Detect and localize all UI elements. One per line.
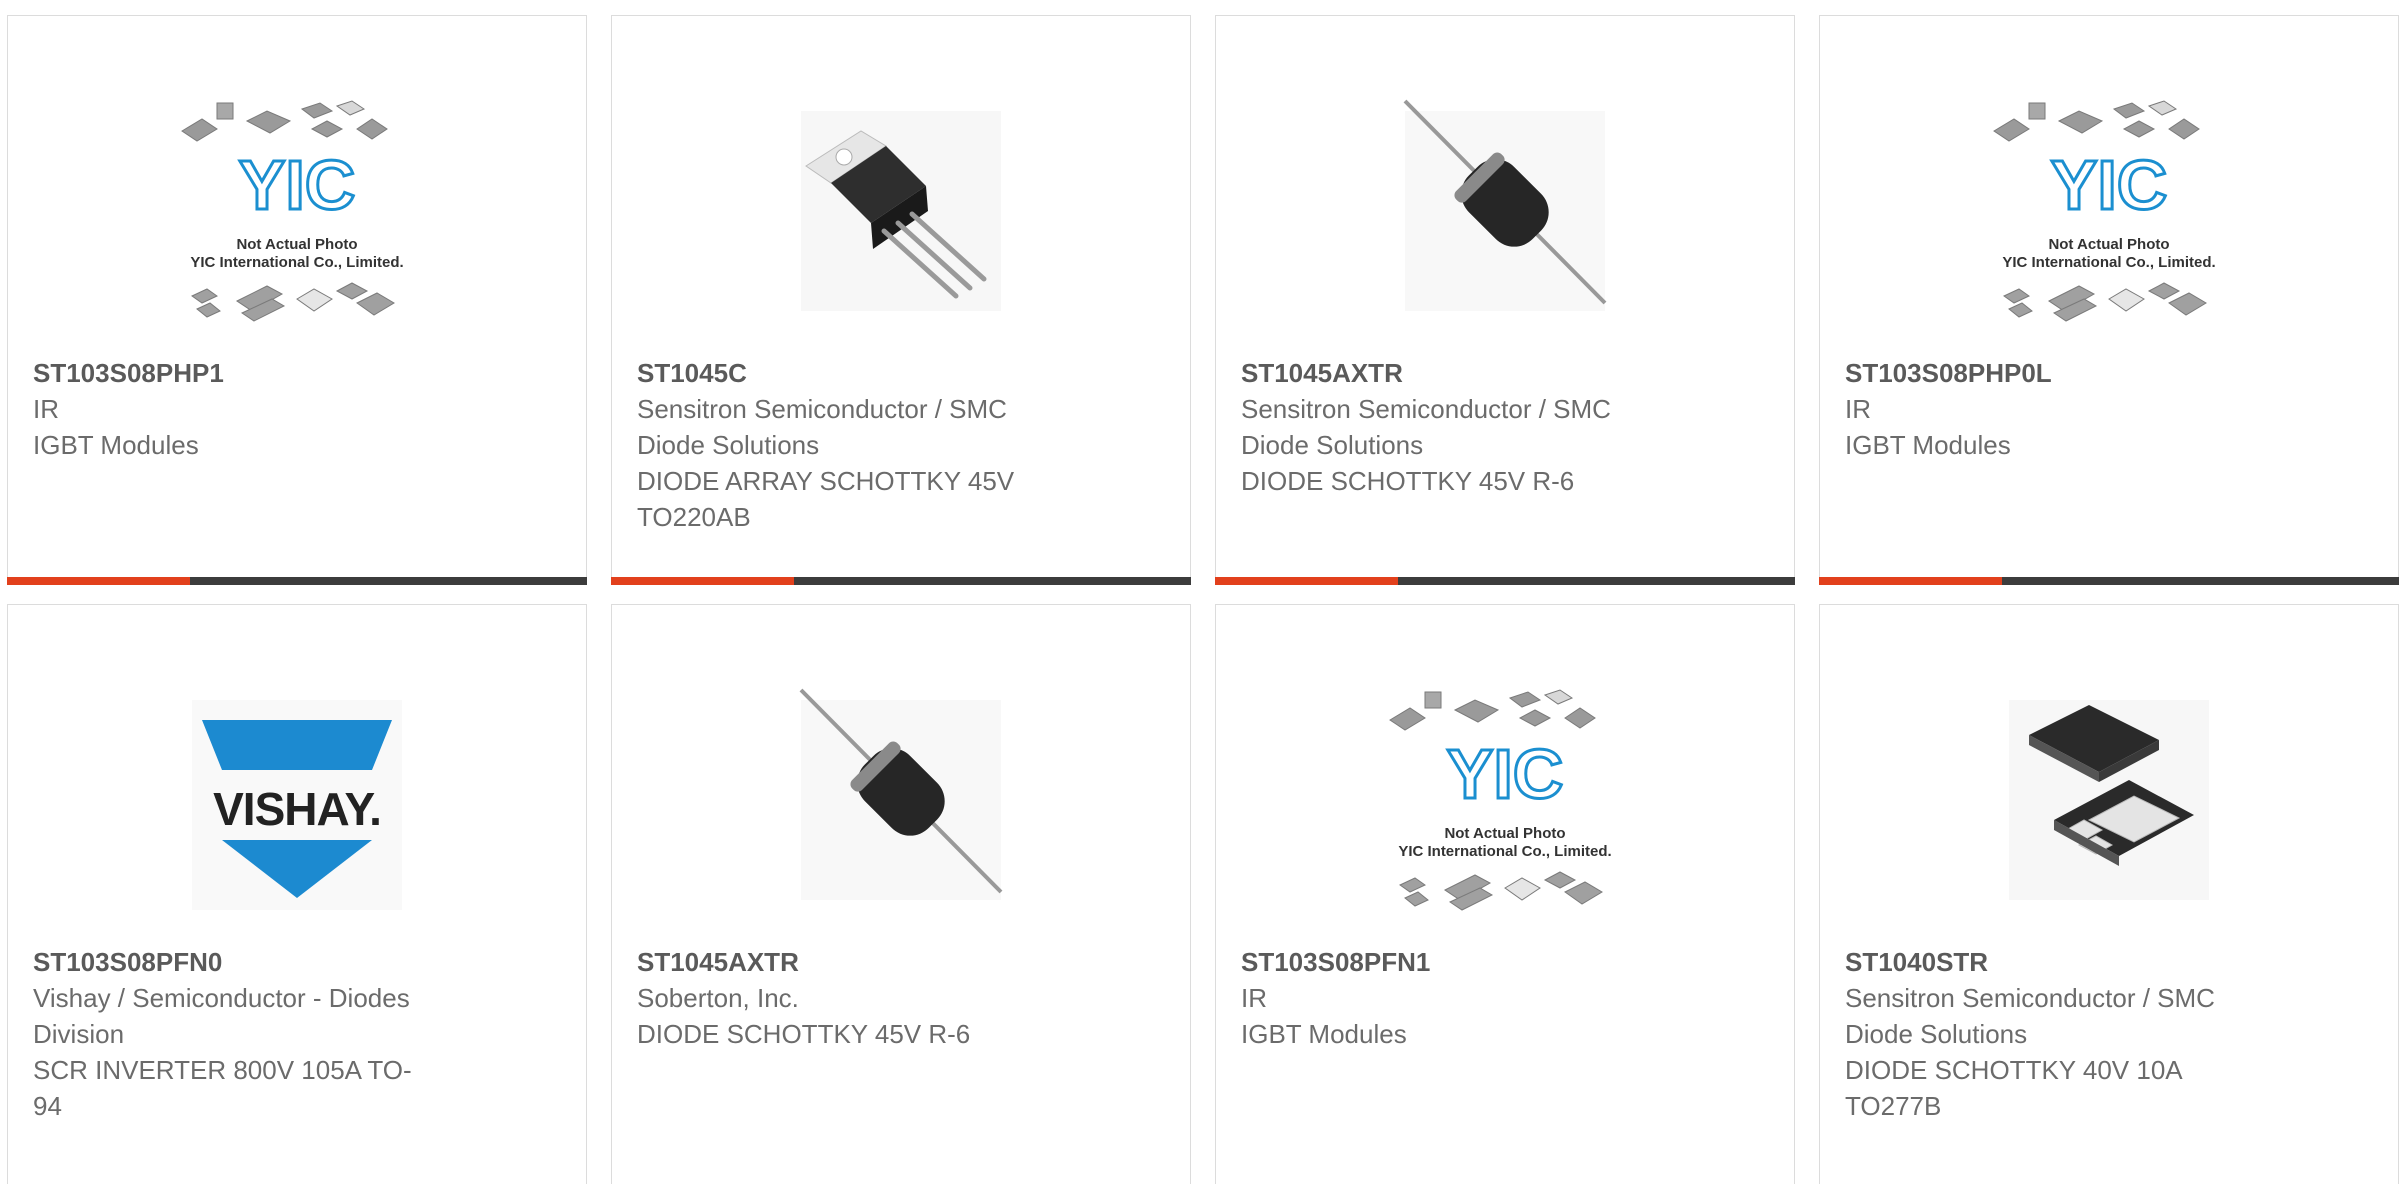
- product-info: ST1045AXTR Soberton, Inc. DIODE SCHOTTKY…: [637, 944, 1057, 1052]
- part-number[interactable]: ST1040STR: [1845, 944, 2265, 980]
- product-info: ST1045C Sensitron Semiconductor / SMC Di…: [637, 355, 1057, 535]
- part-number[interactable]: ST1045AXTR: [637, 944, 1057, 980]
- product-image[interactable]: [1380, 81, 1630, 351]
- description: DIODE SCHOTTKY 40V 10A: [1845, 1055, 2183, 1085]
- manufacturer-cont: Diode Solutions: [1845, 1019, 2028, 1049]
- product-info: ST1045AXTR Sensitron Semiconductor / SMC…: [1241, 355, 1661, 499]
- part-number[interactable]: ST103S08PHP0L: [1845, 355, 2265, 391]
- axial-diode-icon: [799, 688, 1003, 900]
- svg-text:YIC: YIC: [1447, 735, 1564, 813]
- placeholder-line1: Not Actual Photo: [1444, 825, 1566, 842]
- description: DIODE SCHOTTKY 45V R-6: [637, 1019, 971, 1049]
- description-cont: TO277B: [1845, 1091, 1942, 1121]
- manufacturer: IR: [1241, 983, 1267, 1013]
- manufacturer: Sensitron Semiconductor / SMC: [1241, 394, 1611, 424]
- product-card[interactable]: VISHAY. ST103S08PFN0 Vishay / Semiconduc…: [7, 604, 587, 1184]
- not-actual-photo-placeholder: YIC Not Actual Photo YIC International C…: [1380, 680, 1630, 930]
- vishay-logo: VISHAY.: [192, 700, 402, 910]
- product-image[interactable]: [776, 670, 1026, 940]
- product-image[interactable]: YIC Not Actual Photo YIC International C…: [172, 81, 422, 351]
- manufacturer: Sensitron Semiconductor / SMC: [637, 394, 1007, 424]
- placeholder-caption: Not Actual Photo YIC International Co., …: [1380, 825, 1630, 861]
- card-footer-bar: [611, 577, 1191, 585]
- product-card[interactable]: YIC Not Actual Photo YIC International C…: [7, 15, 587, 585]
- description-cont: 94: [33, 1091, 62, 1121]
- vishay-wordmark: VISHAY.: [213, 783, 382, 835]
- manufacturer: IR: [33, 394, 59, 424]
- product-image[interactable]: [776, 81, 1026, 351]
- placeholder-line1: Not Actual Photo: [236, 236, 358, 253]
- description: DIODE SCHOTTKY 45V R-6: [1241, 466, 1575, 496]
- product-card[interactable]: ST1045AXTR Soberton, Inc. DIODE SCHOTTKY…: [611, 604, 1191, 1184]
- part-number[interactable]: ST103S08PFN1: [1241, 944, 1661, 980]
- product-info: ST103S08PHP0L IR IGBT Modules: [1845, 355, 2265, 463]
- product-card[interactable]: YIC Not Actual Photo YIC International C…: [1819, 15, 2399, 585]
- manufacturer: Sensitron Semiconductor / SMC: [1845, 983, 2215, 1013]
- product-info: ST103S08PFN1 IR IGBT Modules: [1241, 944, 1661, 1052]
- accent-bar: [7, 577, 190, 585]
- description-cont: TO220AB: [637, 502, 751, 532]
- product-card[interactable]: ST1045C Sensitron Semiconductor / SMC Di…: [611, 15, 1191, 585]
- placeholder-line2: YIC International Co., Limited.: [1398, 843, 1612, 860]
- card-footer-bar: [1215, 577, 1795, 585]
- part-number[interactable]: ST1045AXTR: [1241, 355, 1661, 391]
- axial-diode-icon: [1403, 99, 1607, 311]
- product-card[interactable]: ST1040STR Sensitron Semiconductor / SMC …: [1819, 604, 2399, 1184]
- product-card[interactable]: YIC Not Actual Photo YIC International C…: [1215, 604, 1795, 1184]
- svg-text:YIC: YIC: [2051, 146, 2168, 224]
- placeholder-caption: Not Actual Photo YIC International Co., …: [1984, 236, 2234, 272]
- to277-package-icon: [2009, 700, 2209, 900]
- product-image[interactable]: YIC Not Actual Photo YIC International C…: [1380, 670, 1630, 940]
- part-number[interactable]: ST1045C: [637, 355, 1057, 391]
- product-info: ST1040STR Sensitron Semiconductor / SMC …: [1845, 944, 2265, 1124]
- product-image[interactable]: YIC Not Actual Photo YIC International C…: [1984, 81, 2234, 351]
- product-info: ST103S08PHP1 IR IGBT Modules: [33, 355, 453, 463]
- manufacturer: IR: [1845, 394, 1871, 424]
- card-footer-bar: [7, 577, 587, 585]
- description: IGBT Modules: [33, 430, 199, 460]
- description: IGBT Modules: [1845, 430, 2011, 460]
- not-actual-photo-placeholder: YIC Not Actual Photo YIC International C…: [172, 91, 422, 341]
- to220-package-icon: [801, 111, 1001, 311]
- placeholder-line2: YIC International Co., Limited.: [190, 254, 404, 271]
- part-number[interactable]: ST103S08PFN0: [33, 944, 453, 980]
- placeholder-line1: Not Actual Photo: [2048, 236, 2170, 253]
- product-image[interactable]: VISHAY.: [172, 670, 422, 940]
- description: IGBT Modules: [1241, 1019, 1407, 1049]
- card-footer-bar: [1819, 577, 2399, 585]
- manufacturer-cont: Division: [33, 1019, 125, 1049]
- product-image[interactable]: [1984, 670, 2234, 940]
- part-number[interactable]: ST103S08PHP1: [33, 355, 453, 391]
- product-info: ST103S08PFN0 Vishay / Semiconductor - Di…: [33, 944, 453, 1124]
- placeholder-line2: YIC International Co., Limited.: [2002, 254, 2216, 271]
- svg-text:YIC: YIC: [239, 146, 356, 224]
- description: DIODE ARRAY SCHOTTKY 45V: [637, 466, 1015, 496]
- description: SCR INVERTER 800V 105A TO-: [33, 1055, 412, 1085]
- manufacturer-cont: Diode Solutions: [1241, 430, 1424, 460]
- accent-bar: [611, 577, 794, 585]
- manufacturer: Vishay / Semiconductor - Diodes: [33, 983, 410, 1013]
- product-card[interactable]: ST1045AXTR Sensitron Semiconductor / SMC…: [1215, 15, 1795, 585]
- placeholder-caption: Not Actual Photo YIC International Co., …: [172, 236, 422, 272]
- accent-bar: [1215, 577, 1398, 585]
- manufacturer: Soberton, Inc.: [637, 983, 799, 1013]
- not-actual-photo-placeholder: YIC Not Actual Photo YIC International C…: [1984, 91, 2234, 341]
- manufacturer-cont: Diode Solutions: [637, 430, 820, 460]
- accent-bar: [1819, 577, 2002, 585]
- product-grid: YIC Not Actual Photo YIC International C…: [0, 0, 2400, 1184]
